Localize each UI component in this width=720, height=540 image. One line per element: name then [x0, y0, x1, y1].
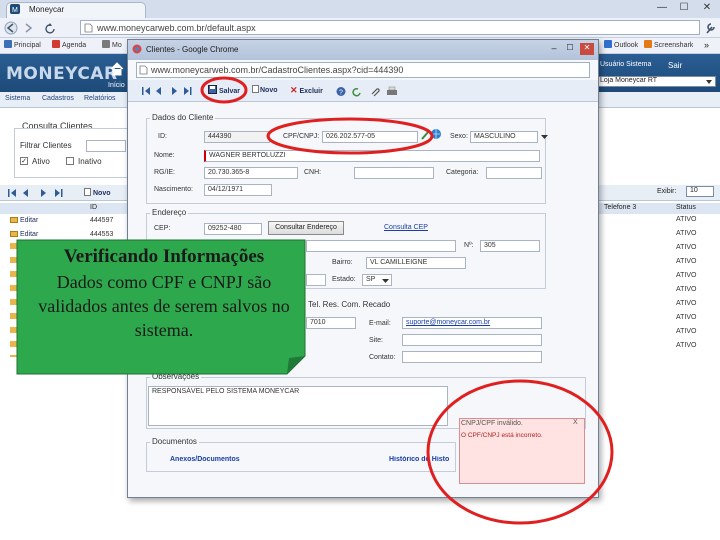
error-highlight-ellipse [426, 379, 614, 525]
callout-title: Verificando Informações [63, 246, 265, 267]
callout-body: Dados como CPF e CNPJ são validados ante… [38, 272, 290, 340]
cpf-highlight-ellipse [266, 117, 434, 155]
salvar-highlight-ellipse [200, 76, 248, 104]
callout-text: Verificando Informações Dados como CPF e… [24, 246, 304, 342]
